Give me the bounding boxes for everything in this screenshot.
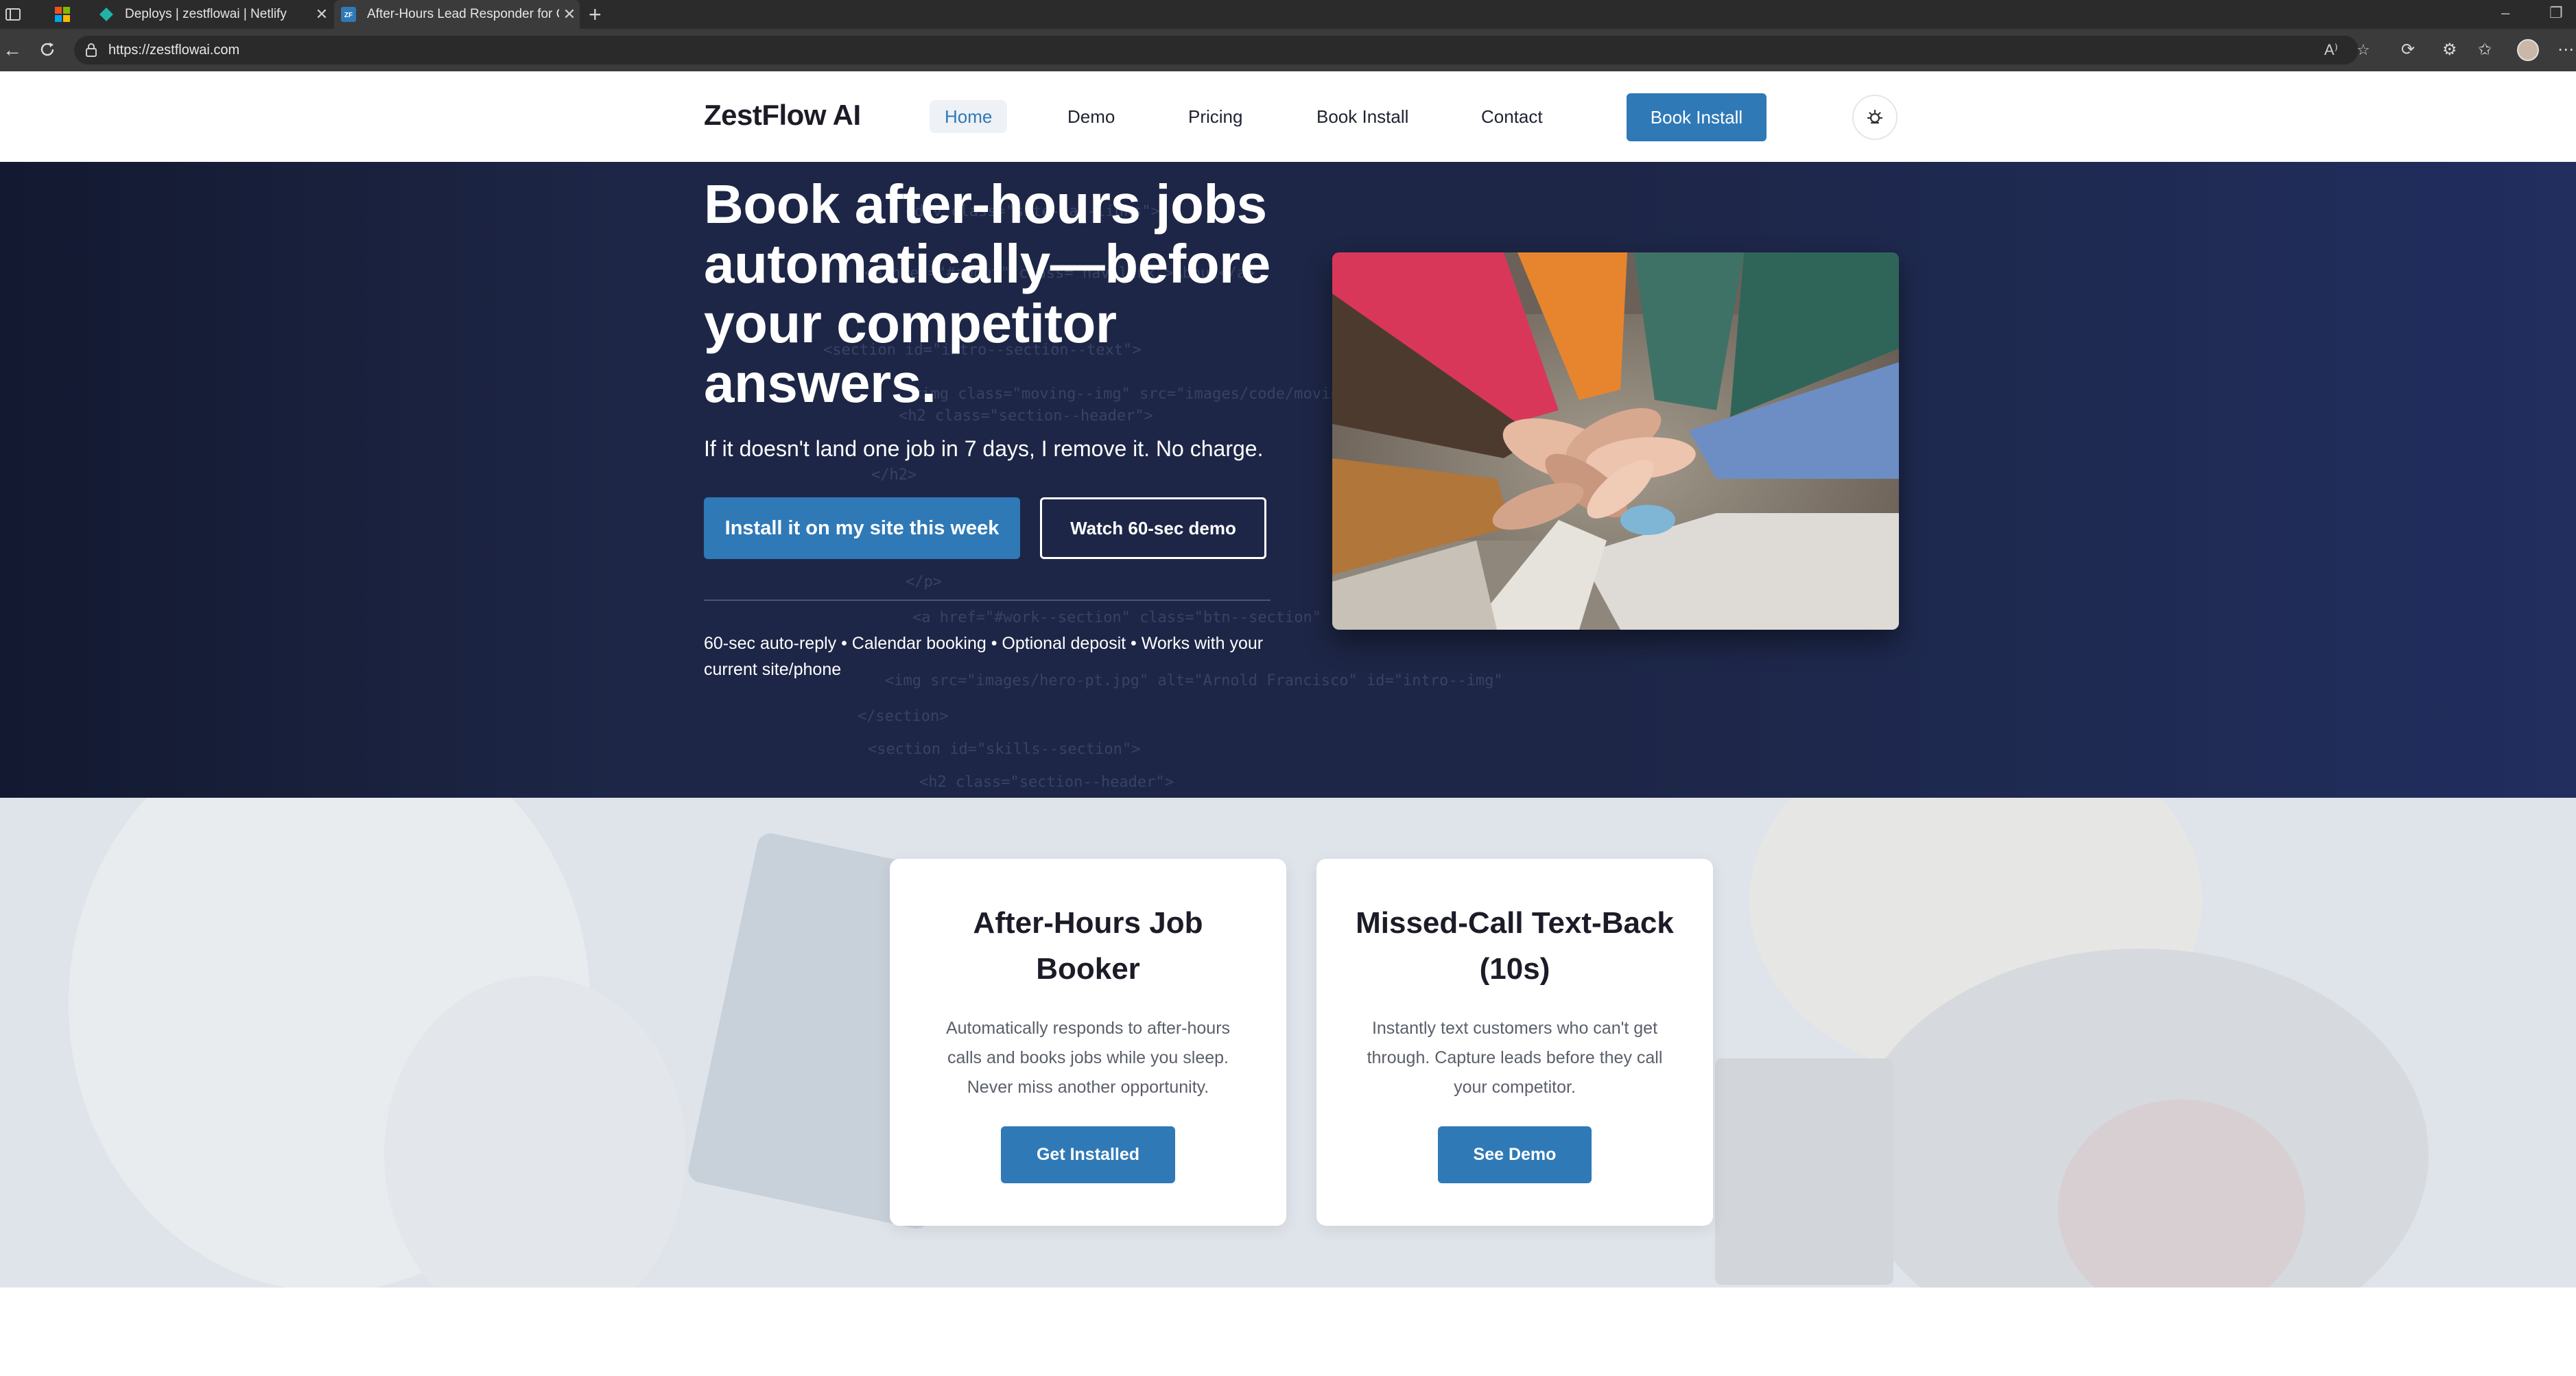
services-section: After-Hours Job Booker Automatically res… <box>0 798 2576 1288</box>
restore-icon[interactable]: ❐ <box>2549 4 2563 22</box>
hero-title: Book after-hours jobs automatically—befo… <box>704 174 1271 414</box>
page-bottom-area <box>0 1288 2576 1376</box>
nav-book-install[interactable]: Book Install <box>1301 100 1423 133</box>
plus-icon[interactable]: + <box>589 3 602 25</box>
tab-netlify-deploys[interactable]: Deploys | zestflowai | Netlify ✕ <box>92 0 332 29</box>
tab-title: Deploys | zestflowai | Netlify <box>125 7 287 21</box>
services-background-photo <box>0 798 2576 1288</box>
favorites-collections-icon[interactable]: ✩ <box>2478 40 2492 60</box>
code-line: </p> <box>906 573 942 591</box>
code-line: <a href="#work--section" class="btn--sec… <box>912 609 1322 626</box>
close-icon[interactable]: ✕ <box>559 5 580 23</box>
zf-favicon-icon: ZF <box>341 7 356 22</box>
get-installed-button[interactable]: Get Installed <box>1001 1126 1175 1183</box>
code-line: </h2> <box>871 466 917 484</box>
hero-subtitle: If it doesn't land one job in 7 days, I … <box>704 436 1264 461</box>
card-description: Automatically responds to after-hours ca… <box>945 1019 1231 1097</box>
site-logo[interactable]: ZestFlow AI <box>704 99 861 132</box>
sidebar-toggle-icon[interactable] <box>4 5 22 23</box>
tab-title: After-Hours Lead Responder for C <box>367 7 559 21</box>
nav-home[interactable]: Home <box>930 100 1008 133</box>
lock-icon <box>86 43 97 57</box>
read-aloud-icon[interactable]: A⁾ <box>2324 36 2338 64</box>
service-card-missed-call: Missed-Call Text-Back (10s) Instantly te… <box>1316 859 1713 1226</box>
service-card-after-hours: After-Hours Job Booker Automatically res… <box>890 859 1286 1226</box>
browser-tab-bar: Deploys | zestflowai | Netlify ✕ ZF Afte… <box>0 0 2576 29</box>
card-description: Instantly text customers who can't get t… <box>1367 1019 1663 1097</box>
hero-image-team-hands <box>1332 252 1899 630</box>
hero-shade-left <box>0 162 617 798</box>
windows-logo-icon[interactable] <box>54 5 71 23</box>
book-install-button[interactable]: Book Install <box>1627 93 1766 141</box>
code-line: </section> <box>858 708 949 725</box>
nav-pricing[interactable]: Pricing <box>1173 100 1257 133</box>
extensions-icon[interactable]: ⚙ <box>2442 40 2457 60</box>
url-text: https://zestflowai.com <box>108 42 240 58</box>
netlify-icon <box>99 8 113 21</box>
hero-section: <div class="site-nav-links"> <a href="#a… <box>0 162 2576 798</box>
code-line: <h2 class="section--header"> <box>919 774 1174 791</box>
nav-contact[interactable]: Contact <box>1466 100 1558 133</box>
close-icon[interactable]: ✕ <box>311 5 332 23</box>
address-bar[interactable]: https://zestflowai.com A⁾ ☆ <box>74 36 2370 64</box>
nav-demo[interactable]: Demo <box>1052 100 1130 133</box>
favicon-text: ZF <box>344 12 353 19</box>
browser-essentials-icon[interactable]: ⟳ <box>2401 40 2415 60</box>
card-title: Missed-Call Text-Back (10s) <box>1356 906 1674 986</box>
browser-toolbar: ← https://zestflowai.com A⁾ ☆ ⟳ ⚙ ✩ ⋯ <box>0 29 2576 71</box>
back-arrow-icon[interactable]: ← <box>3 40 22 60</box>
minimize-icon[interactable]: – <box>2501 4 2509 22</box>
hero-divider <box>704 600 1271 601</box>
site-header: ZestFlow AI Home Demo Pricing Book Insta… <box>0 71 2576 162</box>
refresh-icon[interactable] <box>38 40 56 58</box>
theme-toggle-icon <box>1867 109 1883 124</box>
profile-avatar-icon[interactable] <box>2517 39 2539 61</box>
hero-features: 60-sec auto-reply • Calendar booking • O… <box>704 634 1264 679</box>
theme-toggle[interactable] <box>1852 95 1898 140</box>
card-title: After-Hours Job Booker <box>973 906 1203 986</box>
install-button[interactable]: Install it on my site this week <box>704 497 1020 559</box>
more-menu-icon[interactable]: ⋯ <box>2557 40 2574 60</box>
see-demo-button[interactable]: See Demo <box>1438 1126 1592 1183</box>
code-line: <section id="skills--section"> <box>868 741 1141 758</box>
watch-demo-button[interactable]: Watch 60-sec demo <box>1040 497 1266 559</box>
tab-zestflow[interactable]: ZF After-Hours Lead Responder for C ✕ <box>334 0 580 29</box>
favorite-star-icon[interactable]: ☆ <box>2356 36 2370 64</box>
